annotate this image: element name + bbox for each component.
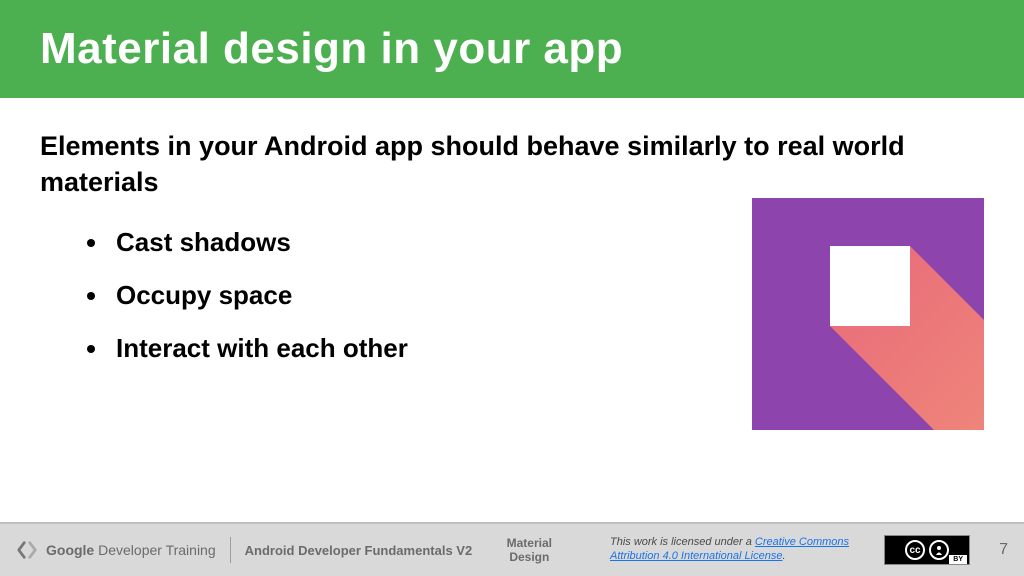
brand-text: Google Developer Training — [46, 542, 216, 558]
license-text: This work is licensed under a Creative C… — [610, 536, 870, 564]
slide-title: Material design in your app — [40, 24, 984, 74]
material-illustration — [752, 198, 984, 430]
cc-by-badge-icon: cc BY — [884, 535, 970, 565]
by-label: BY — [949, 555, 967, 564]
section-line1: Material — [507, 536, 552, 550]
section-line2: Design — [507, 550, 552, 564]
google-developer-training-logo: Google Developer Training — [16, 539, 216, 561]
cc-circle-icon: cc — [905, 540, 925, 560]
lead-text: Elements in your Android app should beha… — [40, 128, 940, 201]
brand-google: Google — [46, 542, 94, 558]
license-suffix: . — [782, 550, 785, 562]
separator — [230, 537, 231, 563]
page-number: 7 — [988, 541, 1008, 559]
person-circle-icon — [929, 540, 949, 560]
license-prefix: This work is licensed under a — [610, 536, 755, 548]
slide: Material design in your app Elements in … — [0, 0, 1024, 576]
slide-body: Elements in your Android app should beha… — [0, 98, 1024, 522]
angle-brackets-icon — [16, 539, 38, 561]
brand-rest: Developer Training — [94, 542, 215, 558]
section-label: Material Design — [507, 536, 552, 565]
title-bar: Material design in your app — [0, 0, 1024, 98]
footer-bar: Google Developer Training Android Develo… — [0, 522, 1024, 576]
course-name: Android Developer Fundamentals V2 — [245, 543, 473, 558]
white-square-graphic — [830, 246, 910, 326]
